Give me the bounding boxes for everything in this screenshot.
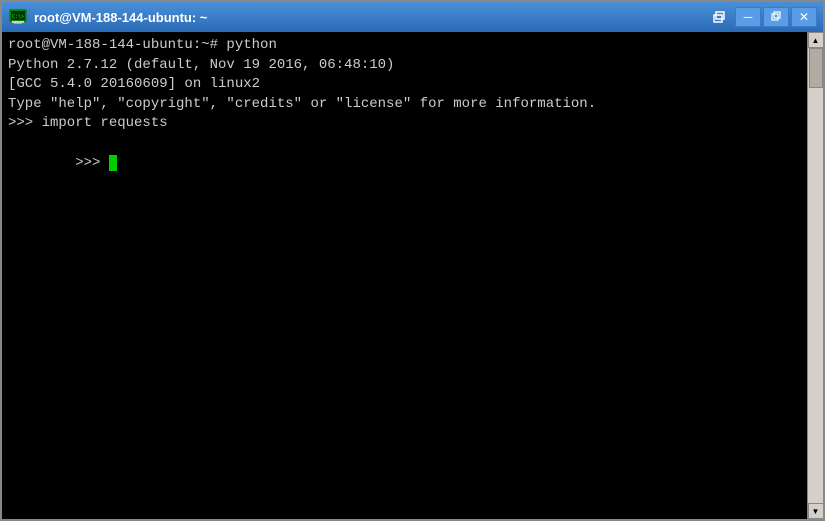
prompt-text: >>> bbox=[75, 155, 109, 171]
cursor-block bbox=[109, 155, 117, 171]
title-bar: C:\> root@VM-188-144-ubuntu: ~ ─ bbox=[2, 2, 823, 32]
terminal-window: C:\> root@VM-188-144-ubuntu: ~ ─ bbox=[0, 0, 825, 521]
terminal-line-5: >>> import requests bbox=[8, 114, 801, 134]
window-controls: ─ ✕ bbox=[709, 7, 817, 27]
terminal-line-2: Python 2.7.12 (default, Nov 19 2016, 06:… bbox=[8, 56, 801, 76]
minimize-button[interactable]: ─ bbox=[735, 7, 761, 27]
resize-icon bbox=[712, 10, 726, 24]
terminal-area[interactable]: root@VM-188-144-ubuntu:~# python Python … bbox=[2, 32, 807, 519]
svg-text:C:\>: C:\> bbox=[12, 14, 24, 20]
restore-button[interactable] bbox=[763, 7, 789, 27]
close-button[interactable]: ✕ bbox=[791, 7, 817, 27]
app-icon: C:\> bbox=[8, 7, 28, 27]
scrollbar-thumb[interactable] bbox=[809, 48, 823, 88]
window-title: root@VM-188-144-ubuntu: ~ bbox=[34, 10, 709, 25]
scroll-down-button[interactable]: ▼ bbox=[808, 503, 824, 519]
terminal-line-1: root@VM-188-144-ubuntu:~# python bbox=[8, 36, 801, 56]
window-body: root@VM-188-144-ubuntu:~# python Python … bbox=[2, 32, 823, 519]
scrollbar[interactable]: ▲ ▼ bbox=[807, 32, 823, 519]
terminal-line-4: Type "help", "copyright", "credits" or "… bbox=[8, 95, 801, 115]
scroll-up-button[interactable]: ▲ bbox=[808, 32, 824, 48]
scrollbar-track bbox=[808, 48, 823, 503]
terminal-line-3: [GCC 5.4.0 20160609] on linux2 bbox=[8, 75, 801, 95]
terminal-line-6: >>> bbox=[8, 134, 801, 193]
restore-icon bbox=[771, 11, 781, 23]
